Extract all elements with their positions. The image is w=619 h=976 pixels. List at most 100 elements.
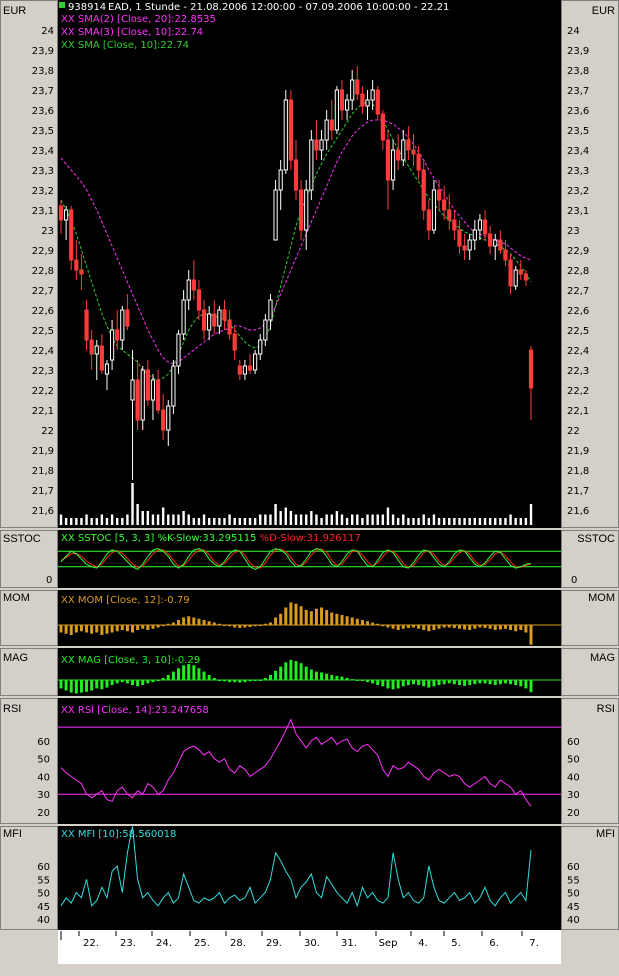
price-tick-right: 22,3 xyxy=(567,366,589,377)
mom-bar xyxy=(488,625,492,629)
mom-bar xyxy=(529,625,533,645)
candle-body xyxy=(181,299,186,335)
mom-bar xyxy=(85,625,89,633)
mom-bar xyxy=(217,623,221,625)
mag-bar xyxy=(524,680,528,689)
price-tick-left: 21,6 xyxy=(32,506,54,517)
candle-body xyxy=(237,365,242,375)
mom-bar xyxy=(182,617,186,625)
price-tick-right: 23,2 xyxy=(567,186,589,197)
candle-body xyxy=(161,409,166,431)
volume-bar xyxy=(391,514,395,525)
volume-bar xyxy=(407,518,410,525)
price-tick-right: 22,4 xyxy=(567,346,589,357)
mom-bar xyxy=(110,625,114,633)
panel-label-mom-right: MOM xyxy=(588,592,615,604)
mag-bar xyxy=(401,680,405,687)
candle-body xyxy=(528,349,534,389)
mag-bar xyxy=(437,680,441,686)
panel-label-sstoc-left: SSTOC xyxy=(3,533,41,545)
price-tick-left: 23,5 xyxy=(32,126,54,137)
candle-body xyxy=(503,249,508,261)
mag-bar xyxy=(493,680,497,686)
price-tick-left: 23,7 xyxy=(32,86,54,97)
legend-sstoc-k: XX SSTOC [5, 3, 3] %K-Slow:33.295115 xyxy=(61,533,260,544)
mom-bar xyxy=(417,625,421,629)
mom-bar xyxy=(197,618,201,625)
price-tick-right: 23,5 xyxy=(567,126,589,137)
volume-bar xyxy=(294,514,298,525)
mag-bar xyxy=(371,680,375,684)
mag-bar xyxy=(463,680,467,686)
mag-bar xyxy=(473,680,477,685)
mag-bar xyxy=(376,680,380,686)
mfi-tick-right: 45 xyxy=(567,902,580,913)
mag-bar xyxy=(514,680,518,686)
candle-body xyxy=(120,309,125,341)
mom-bar xyxy=(263,623,267,625)
panel-rsi-plot-area xyxy=(58,698,561,824)
mom-bar xyxy=(166,623,170,625)
candle-body xyxy=(145,369,150,401)
legend-rsi: XX RSI [Close, 14]:23.247658 xyxy=(61,705,209,716)
mom-bar xyxy=(391,625,395,629)
x-axis-label: 4. xyxy=(418,938,428,949)
volume-bar xyxy=(100,514,104,525)
mom-bar xyxy=(381,625,385,627)
mom-bar xyxy=(136,625,140,630)
mom-bar xyxy=(386,625,390,628)
mom-bar xyxy=(274,617,278,625)
volume-bar xyxy=(279,511,282,525)
mom-bar xyxy=(284,607,288,625)
header-marker-icon xyxy=(59,2,65,8)
x-axis-label: 7. xyxy=(529,938,539,949)
mom-bar xyxy=(238,625,242,628)
volume-bar xyxy=(509,514,512,525)
mag-bar xyxy=(217,680,221,681)
rsi-tick-left: 20 xyxy=(37,808,50,819)
mom-bar xyxy=(202,620,206,625)
mag-bar xyxy=(258,680,262,681)
candle-body xyxy=(89,339,94,355)
mom-bar xyxy=(115,625,119,632)
mfi-tick-left: 40 xyxy=(37,915,50,926)
price-tick-left: 23 xyxy=(41,226,54,237)
volume-bar xyxy=(75,518,78,525)
mfi-tick-left: 60 xyxy=(37,862,50,873)
mag-bar xyxy=(263,677,267,680)
candle-body xyxy=(385,139,391,181)
volume-bar xyxy=(64,518,68,525)
candle-body xyxy=(299,189,304,231)
candle-body xyxy=(319,139,324,151)
candle-body xyxy=(416,153,421,171)
mom-bar xyxy=(304,610,308,625)
candle-body xyxy=(58,205,64,221)
mag-bar xyxy=(360,680,364,681)
mag-bar xyxy=(314,671,318,680)
volume-bar xyxy=(320,518,323,525)
candle-body xyxy=(293,159,299,191)
mom-bar xyxy=(279,613,283,625)
candle-body xyxy=(513,269,518,287)
candle-body xyxy=(171,365,176,407)
volume-bar xyxy=(463,518,466,525)
mag-bar xyxy=(69,680,73,693)
rsi-tick-right: 60 xyxy=(567,737,580,748)
volume-bar xyxy=(85,514,88,525)
volume-bar xyxy=(453,518,456,525)
mag-bar xyxy=(202,671,206,680)
price-tick-left: 22,5 xyxy=(32,326,54,337)
volume-bar xyxy=(432,514,436,525)
x-axis-label: Sep xyxy=(379,938,398,949)
volume-bar xyxy=(524,518,528,525)
price-tick-left: 23,1 xyxy=(32,206,54,217)
mom-bar xyxy=(468,625,472,630)
panel-label-price-right: EUR xyxy=(592,5,615,17)
price-tick-left: 21,9 xyxy=(32,446,54,457)
price-tick-left: 23,8 xyxy=(32,66,54,77)
mom-bar xyxy=(248,625,252,627)
candle-body xyxy=(498,239,503,251)
price-tick-right: 23,8 xyxy=(567,66,589,77)
mag-bar xyxy=(243,680,247,683)
panel-label-rsi-right: RSI xyxy=(597,703,615,715)
